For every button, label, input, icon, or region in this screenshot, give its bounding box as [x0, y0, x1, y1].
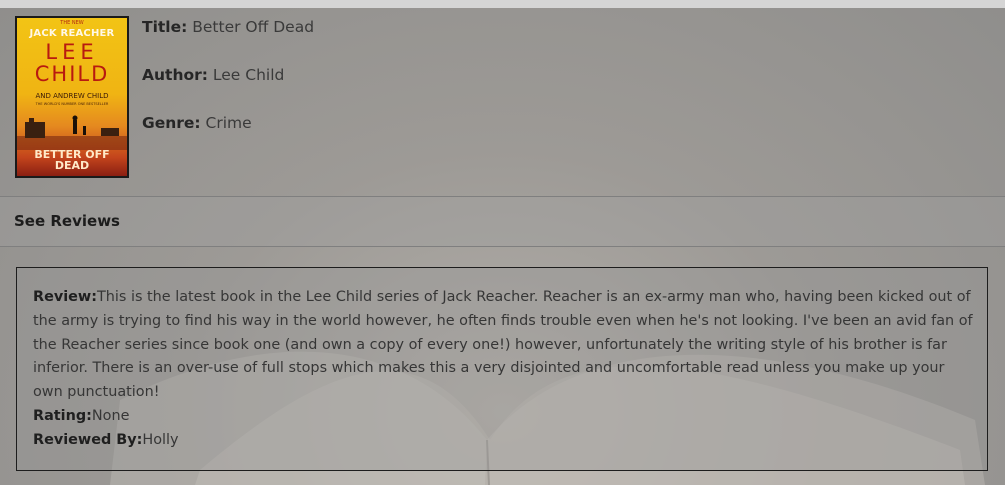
cover-brand-text: JACK REACHER: [29, 28, 115, 39]
book-cover-image[interactable]: THE NEW JACK REACHER LEE CHILD AND ANDRE…: [15, 16, 129, 178]
reviewer-row: Reviewed By:Holly: [33, 429, 973, 453]
review-label: Review:: [33, 289, 97, 305]
rating-value: None: [91, 407, 130, 424]
author-value: Lee Child: [207, 66, 285, 84]
cover-author-last: CHILD: [34, 62, 110, 86]
author-row: Author: Lee Child: [142, 66, 284, 84]
author-label: Author:: [142, 66, 208, 84]
genre-label: Genre:: [142, 114, 201, 132]
review-text: This is the latest book in the Lee Child…: [33, 289, 973, 401]
genre-value: Crime: [200, 114, 252, 132]
genre-row: Genre: Crime: [142, 114, 252, 132]
rating-row: Rating:None: [33, 405, 973, 429]
cover-scene-illustration: [17, 115, 127, 150]
title-label: Title:: [142, 18, 188, 36]
review-text-block: Review:This is the latest book in the Le…: [33, 286, 973, 405]
cover-title: BETTER OFF DEAD: [17, 149, 127, 171]
rating-label: Rating:: [33, 407, 92, 424]
see-reviews-toggle[interactable]: See Reviews: [0, 197, 1005, 246]
cover-series-text: THE NEW: [60, 20, 84, 26]
title-value: Better Off Dead: [187, 18, 315, 36]
cover-coauthor-text: AND ANDREW CHILD: [35, 92, 109, 100]
cover-author-first: LEE: [45, 40, 99, 64]
review-card: Review:This is the latest book in the Le…: [16, 267, 988, 471]
book-details: THE NEW JACK REACHER LEE CHILD AND ANDRE…: [0, 8, 1005, 196]
title-row: Title: Better Off Dead: [142, 18, 314, 36]
review-body: Review:This is the latest book in the Le…: [33, 286, 973, 453]
cover-tagline-text: THE WORLD'S NUMBER ONE BESTSELLER: [35, 102, 109, 106]
cover-title-line2: DEAD: [54, 159, 90, 172]
divider: [0, 246, 1005, 247]
see-reviews-label: See Reviews: [14, 212, 120, 230]
reviewer-value: Holly: [142, 431, 179, 448]
reviewer-label: Reviewed By:: [33, 431, 143, 448]
